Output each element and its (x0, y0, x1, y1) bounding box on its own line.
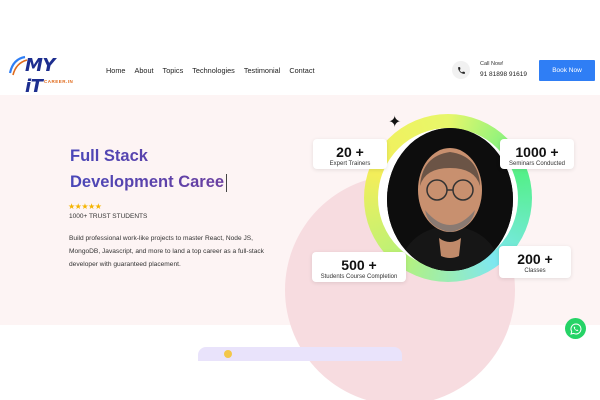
call-number[interactable]: 91 81898 91619 (480, 71, 527, 78)
stat-value: 20 + (336, 144, 364, 160)
rating-stars: ★★★★★ (68, 202, 102, 211)
stat-card-students: 500 + Students Course Completion (312, 252, 406, 282)
pill-dot-icon (224, 350, 232, 358)
hero-description: Build professional work-like projects to… (69, 235, 264, 268)
main-nav: Home About Topics Technologies Testimoni… (106, 66, 324, 75)
typing-cursor (226, 173, 228, 192)
site-logo[interactable]: MY iT CAREER.IN (7, 53, 77, 97)
stat-label: Seminars Conducted (508, 161, 566, 167)
nav-item-testimonial[interactable]: Testimonial (244, 66, 281, 75)
stat-value: 500 + (341, 257, 377, 273)
stat-value: 200 + (517, 251, 553, 267)
whatsapp-icon (569, 322, 581, 335)
hero-title: Full Stack Development Caree (70, 143, 228, 195)
nav-item-contact[interactable]: Contact (289, 66, 314, 75)
hero-section: Full Stack Development Caree ★★★★★ 1000+… (0, 95, 600, 400)
phone-glyph-icon (457, 66, 465, 74)
book-now-button[interactable]: Book Now (539, 60, 595, 81)
hero-title-line1: Full Stack (70, 147, 148, 165)
portrait-image (387, 128, 513, 271)
stat-card-seminars: 1000 + Seminars Conducted (500, 139, 574, 169)
phone-icon[interactable] (452, 61, 470, 79)
stat-value: 1000 + (515, 144, 559, 160)
site-header: MY iT CAREER.IN Home About Topics Techno… (0, 45, 600, 97)
stat-label: Expert Trainers (329, 161, 371, 167)
stat-label: Students Course Completion (320, 274, 398, 280)
page: MY iT CAREER.IN Home About Topics Techno… (0, 0, 600, 400)
logo-text: MY iT (25, 55, 55, 97)
nav-item-home[interactable]: Home (106, 66, 125, 75)
nav-item-technologies[interactable]: Technologies (192, 66, 235, 75)
hero-title-line2: Development Caree (70, 173, 225, 191)
nav-item-about[interactable]: About (134, 66, 153, 75)
mentor-portrait (387, 128, 513, 271)
whatsapp-button[interactable] (565, 318, 586, 339)
next-section-tab (198, 347, 402, 361)
stat-card-classes: 200 + Classes (499, 246, 571, 278)
trust-students-text: 1000+ TRUST STUDENTS (69, 213, 148, 220)
sparkle-icon: ✦ (388, 114, 402, 131)
call-label: Call Now! (480, 61, 504, 67)
nav-item-topics[interactable]: Topics (163, 66, 184, 75)
stat-card-trainers: 20 + Expert Trainers (313, 139, 387, 169)
stat-label: Classes (524, 268, 546, 274)
logo-subtext: CAREER.IN (44, 79, 74, 84)
